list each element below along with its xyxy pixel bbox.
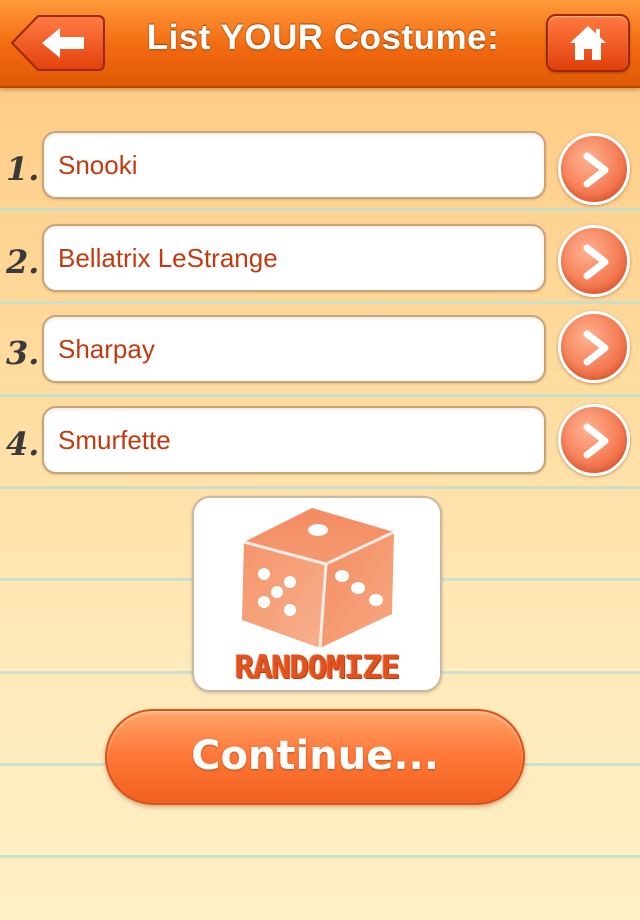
chevron-right-icon — [583, 330, 609, 366]
continue-label: Continue... — [191, 733, 439, 779]
go-button-1[interactable] — [558, 133, 630, 205]
ruled-line — [0, 855, 640, 858]
row-number-2: 2. — [6, 243, 40, 281]
ruled-line — [0, 208, 640, 211]
randomize-button[interactable]: RANDOMIZE — [192, 496, 442, 692]
go-button-4[interactable] — [558, 404, 630, 476]
back-button[interactable] — [10, 14, 106, 72]
costume-input-3[interactable] — [42, 315, 546, 383]
go-button-3[interactable] — [558, 311, 630, 383]
costume-input-4[interactable] — [42, 406, 546, 474]
row-number-1: 1. — [6, 150, 40, 188]
home-icon — [570, 26, 606, 60]
header-bar: List YOUR Costume: — [0, 0, 640, 88]
costume-input-2[interactable] — [42, 224, 546, 292]
ruled-line — [0, 486, 640, 489]
row-number-3: 3. — [6, 334, 40, 372]
back-arrow-icon — [10, 15, 105, 71]
randomize-label: RANDOMIZE — [234, 648, 400, 686]
dice-icon — [242, 508, 395, 649]
row-number-4: 4. — [6, 425, 40, 463]
chevron-right-icon — [583, 244, 609, 280]
costume-input-1[interactable] — [42, 131, 546, 199]
ruled-line — [0, 394, 640, 397]
chevron-right-icon — [583, 423, 609, 459]
ruled-line — [0, 301, 640, 304]
home-button[interactable] — [546, 14, 630, 72]
go-button-2[interactable] — [558, 225, 630, 297]
page-title: List YOUR Costume: — [146, 18, 500, 57]
continue-button[interactable]: Continue... — [105, 709, 525, 805]
chevron-right-icon — [583, 152, 609, 188]
